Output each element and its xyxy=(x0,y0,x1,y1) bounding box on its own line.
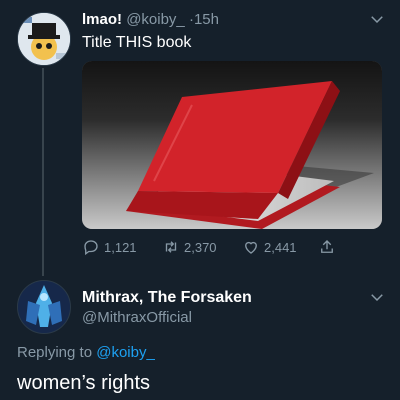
tweet-text: Title THIS book xyxy=(82,34,192,51)
reply-count: 1,121 xyxy=(104,239,137,255)
retweet-count: 2,370 xyxy=(184,239,217,255)
retweet-icon xyxy=(165,241,177,253)
like-button[interactable]: 2,441 xyxy=(242,236,297,258)
retweet-button[interactable]: 2,370 xyxy=(162,236,217,258)
tweet-media[interactable] xyxy=(82,61,382,229)
chevron-down-icon[interactable] xyxy=(368,10,386,28)
tweet-header: lmao! @koiby_ ·15h xyxy=(82,11,219,28)
tweet-actions: 1,121 2,370 2,441 xyxy=(82,236,382,258)
avatar-image xyxy=(18,281,70,333)
share-button[interactable] xyxy=(318,236,336,258)
author-handle[interactable]: @koiby_ xyxy=(126,11,185,28)
replying-mention[interactable]: @koiby_ xyxy=(96,344,155,361)
reply-avatar[interactable] xyxy=(17,280,71,334)
reply-text: women’s rights xyxy=(17,372,151,394)
chevron-down-icon[interactable] xyxy=(368,288,386,306)
red-book-image xyxy=(82,61,382,229)
reply-author-handle[interactable]: @MithraxOfficial xyxy=(82,309,192,326)
replying-to: Replying to @koiby_ xyxy=(17,344,155,361)
original-tweet[interactable]: lmao! @koiby_ ·15h Title THIS book 1,121… xyxy=(0,0,400,276)
author-name[interactable]: lmao! xyxy=(82,11,122,28)
heart-icon xyxy=(245,241,257,254)
avatar-image xyxy=(18,13,70,65)
reply-author-name[interactable]: Mithrax, The Forsaken xyxy=(82,289,252,307)
reply-icon xyxy=(84,240,98,256)
replying-prefix: Replying to xyxy=(17,344,93,361)
thread-line xyxy=(42,68,44,276)
share-icon xyxy=(321,240,333,253)
like-count: 2,441 xyxy=(264,239,297,255)
timestamp[interactable]: 15h xyxy=(194,11,219,28)
reply-button[interactable]: 1,121 xyxy=(82,236,137,258)
avatar[interactable] xyxy=(17,12,71,66)
